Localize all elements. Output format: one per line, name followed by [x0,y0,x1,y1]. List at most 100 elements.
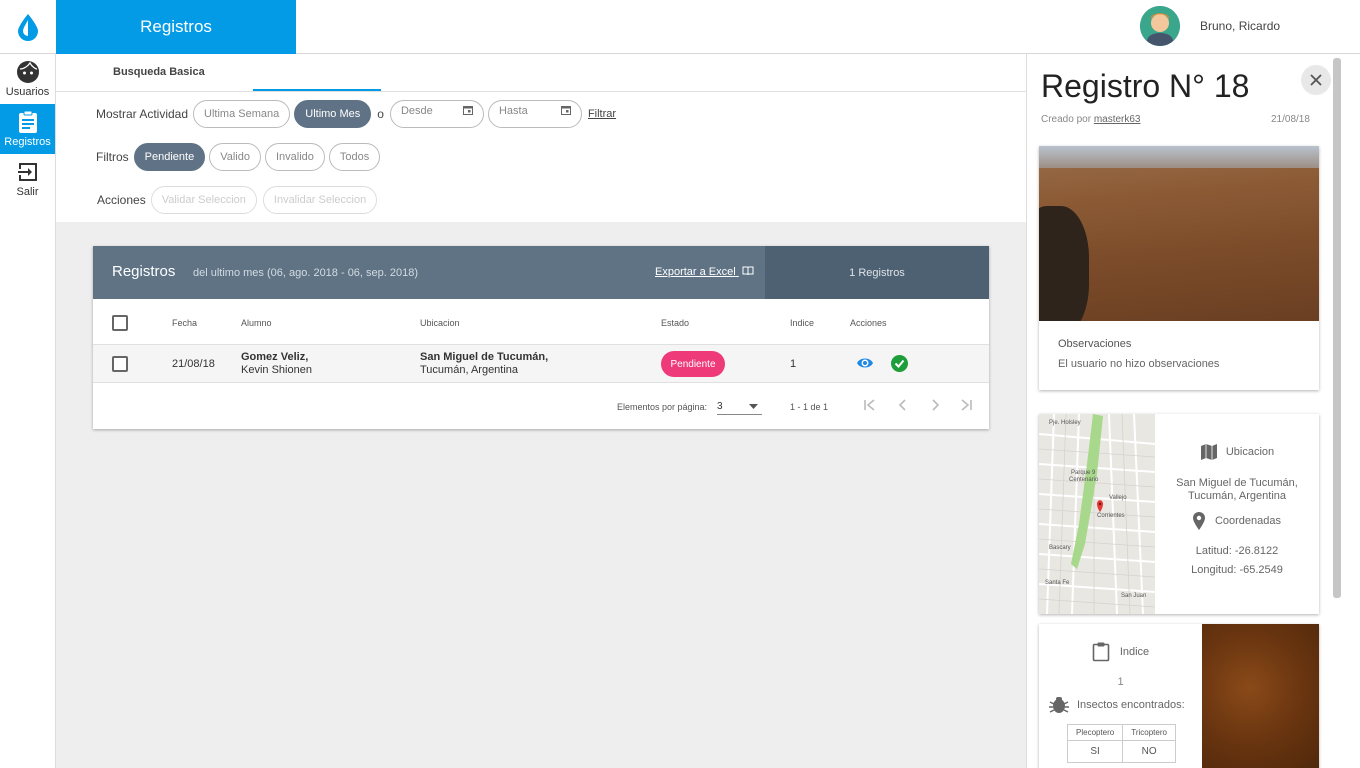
location-address: San Miguel de Tucumán, Tucumán, Argentin… [1155,477,1319,503]
record-date: 21/08/18 [1271,114,1310,125]
map-label-parque: Parque 9 [1071,470,1096,476]
next-page-icon[interactable] [929,399,941,411]
exit-icon [17,163,37,181]
filter-panel: Busqueda Basica Mostrar Actividad Ultima… [56,54,1026,222]
calendar-icon [462,106,473,115]
row-index: 1 [790,358,797,370]
record-photo[interactable] [1039,146,1319,321]
longitude: Longitud: -65.2549 [1191,564,1283,576]
filters-label: Filtros [96,150,129,164]
actions-label: Acciones [97,193,146,207]
side-nav: Usuarios Registros Salir [0,54,56,768]
status-badge: Pendiente [661,351,725,377]
first-page-icon[interactable] [864,399,876,411]
last-page-icon[interactable] [960,399,972,411]
per-page-label: Elementos por página: [617,402,708,412]
per-page-value: 3 [717,401,723,412]
close-button[interactable] [1301,65,1331,95]
insect-header-tricoptero: Tricoptero [1122,724,1176,741]
creator-link[interactable]: masterk63 [1094,114,1141,125]
location-map[interactable]: Parque 9 Centenario Corrientes Bascary V… [1039,414,1155,614]
per-page-select[interactable]: 3 [717,397,762,415]
insect-value-tricoptero: NO [1122,740,1176,763]
book-icon [742,266,754,276]
filter-chip-valido[interactable]: Valido [209,143,261,171]
location-header: Ubicacion [1155,444,1319,460]
records-card-header: Registros del ultimo mes (06, ago. 2018 … [93,246,989,299]
tab-busqueda-basica[interactable]: Busqueda Basica [113,66,205,78]
filter-chip-pendiente[interactable]: Pendiente [133,143,206,171]
nav-item-salir[interactable]: Salir [0,154,55,204]
page-title: Registros [56,0,296,54]
drop-logo-icon[interactable] [0,0,56,54]
calendar-icon [560,106,571,115]
row-location-region: Tucumán, Argentina [420,364,519,376]
row-checkbox[interactable] [112,356,128,372]
col-fecha[interactable]: Fecha [172,318,197,328]
close-icon [1310,74,1322,86]
index-photo[interactable] [1202,624,1319,768]
filter-chip-invalido[interactable]: Invalido [264,143,325,171]
status-filter-row: Filtros Pendiente Valido Invalido Todos [96,143,381,171]
location-pin-icon [1192,512,1205,530]
month-chip[interactable]: Ultimo Mes [294,100,372,128]
eye-icon[interactable] [856,356,874,370]
invalidate-selection-button[interactable]: Invalidar Seleccion [262,186,378,214]
row-student-first: Kevin Shionen [241,364,312,376]
nav-item-registros[interactable]: Registros [0,104,55,154]
coords-label: Coordenadas [1214,515,1282,527]
latitude: Latitud: -26.8122 [1195,545,1279,557]
to-date-field[interactable]: Hasta [487,100,582,128]
clipboard-outline-icon [1092,642,1110,662]
col-estado[interactable]: Estado [661,318,689,328]
map-label-santa-fe: Santa Fe [1045,580,1070,586]
user-menu[interactable]: Bruno, Ricardo [1140,6,1280,46]
user-name: Bruno, Ricardo [1200,19,1281,33]
filter-chip-todos[interactable]: Todos [328,143,381,171]
row-location-city: San Miguel de Tucumán, [420,351,549,363]
location-info: Ubicacion San Miguel de Tucumán, Tucumán… [1155,414,1319,614]
validate-selection-button[interactable]: Validar Seleccion [150,186,257,214]
col-ubicacion[interactable]: Ubicacion [420,318,460,328]
nav-item-usuarios[interactable]: Usuarios [0,54,55,104]
observations-text: El usuario no hizo observaciones [1058,358,1220,370]
col-indice[interactable]: Indice [790,318,814,328]
photo-card: Observaciones El usuario no hizo observa… [1039,146,1319,390]
check-circle-icon[interactable] [891,355,908,372]
avatar [1140,6,1180,46]
table-row[interactable]: 21/08/18 Gomez Veliz, Kevin Shionen San … [93,345,989,383]
created-by-label: Creado por [1041,114,1092,125]
col-alumno[interactable]: Alumno [241,318,272,328]
map-label-vallejo: Vallejo [1109,495,1127,501]
location-label: Ubicacion [1225,446,1275,458]
panel-scrollbar[interactable] [1333,58,1341,598]
row-student-last: Gomez Veliz, [241,351,309,363]
insects-table: Plecoptero Tricoptero SI NO [1066,724,1176,763]
select-all-checkbox[interactable] [112,315,128,331]
insect-header-plecoptero: Plecoptero [1066,724,1124,741]
row-date: 21/08/18 [172,358,215,370]
to-date-placeholder: Hasta [498,105,528,117]
map-label-holsley: Pje. Holsley [1049,420,1081,426]
table-header: Fecha Alumno Ubicacion Estado Indice Acc… [93,299,989,345]
records-count: 1 Registros [765,246,989,299]
week-chip[interactable]: Ultima Semana [193,100,291,128]
records-title: Registros [112,263,176,280]
export-excel-link[interactable]: Exportar a Excel [655,266,754,278]
location-city: San Miguel de Tucumán, [1176,477,1298,489]
created-by: Creado por masterk63 [1041,114,1141,125]
coords-header: Coordenadas [1155,512,1319,530]
map-label-san-juan: San Juan [1121,593,1146,599]
bug-icon [1049,697,1069,713]
index-card: Indice 1 Insectos encontrados: Plecopter… [1039,624,1319,768]
row-location: San Miguel de Tucumán, Tucumán, Argentin… [420,351,548,377]
main-content: Busqueda Basica Mostrar Actividad Ultima… [56,54,1026,768]
previous-page-icon[interactable] [897,399,909,411]
observations-label: Observaciones [1058,338,1132,350]
nav-label-salir: Salir [16,186,39,198]
or-label: o [377,107,384,121]
from-date-field[interactable]: Desde [389,100,484,128]
filter-link[interactable]: Filtrar [588,108,616,120]
map-label-bascary: Bascary [1049,545,1071,551]
tab-bar: Busqueda Basica [56,54,1026,92]
